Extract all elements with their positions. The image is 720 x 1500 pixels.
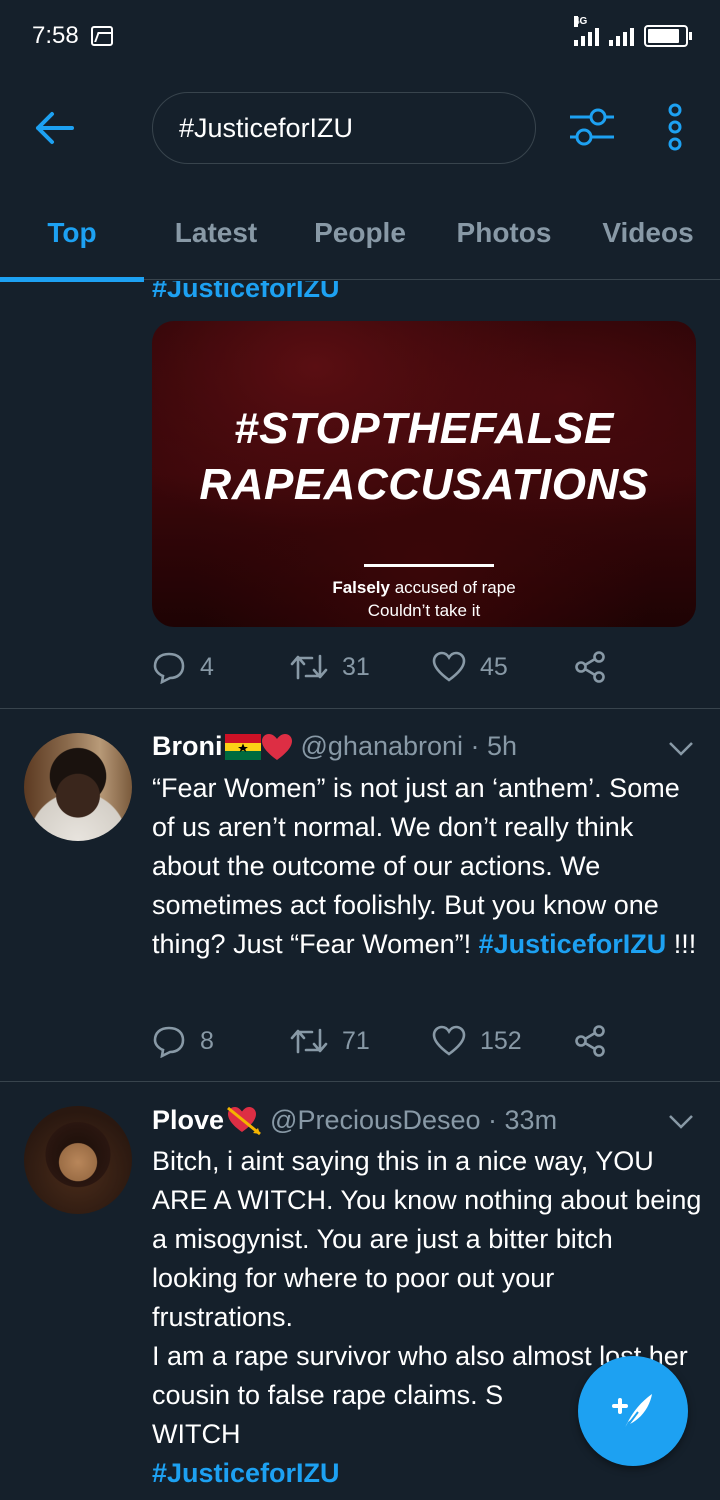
- share-button[interactable]: [574, 651, 606, 683]
- share-icon: [575, 1025, 605, 1057]
- heart-icon: [432, 651, 466, 682]
- more-vertical-icon: [668, 103, 682, 151]
- status-indicators: 4G: [574, 16, 692, 47]
- avatar[interactable]: [24, 1106, 132, 1214]
- retweet-icon: [290, 654, 328, 680]
- like-button[interactable]: 45: [432, 651, 574, 683]
- tab-photos[interactable]: Photos: [432, 186, 576, 280]
- heart-icon: [432, 1025, 466, 1056]
- hashtag-link[interactable]: #JusticeforIZU: [479, 929, 667, 959]
- retweet-button[interactable]: 31: [290, 652, 432, 682]
- handle-and-time: @PreciousDeseo · 33m: [270, 1104, 558, 1135]
- tweet[interactable]: #JusticeforIZU #STOPTHEFALSE RAPEACCUSAT…: [0, 281, 720, 709]
- tweet-text: “Fear Women” is not just an ‘anthem’. So…: [152, 773, 697, 959]
- media-caption: Falsely accused of rape: [332, 578, 516, 597]
- compose-tweet-button[interactable]: [578, 1356, 688, 1466]
- tweet-actions: 8 71 152: [152, 1021, 606, 1061]
- handle-and-time: @ghanabroni · 5h: [300, 731, 518, 761]
- like-button[interactable]: 152: [432, 1025, 574, 1057]
- tab-people[interactable]: People: [288, 186, 432, 280]
- retweet-icon: [290, 1028, 328, 1054]
- share-button[interactable]: [574, 1025, 606, 1057]
- network-type: 4G: [574, 16, 588, 27]
- compose-feather-icon: [612, 1394, 652, 1431]
- chevron-down-icon[interactable]: [668, 741, 694, 757]
- reply-button[interactable]: 4: [152, 650, 290, 684]
- display-name[interactable]: Plove: [152, 1105, 224, 1136]
- tab-videos[interactable]: Videos: [576, 186, 720, 280]
- avatar[interactable]: [24, 733, 132, 841]
- tab-top[interactable]: Top: [0, 186, 144, 282]
- reply-button[interactable]: 8: [152, 1024, 290, 1058]
- tweet-header: Broni @ghanabroni · 5h: [152, 731, 517, 762]
- tweet-header: Plove @PreciousDeseo · 33m: [152, 1104, 557, 1136]
- red-heart-icon: [261, 733, 292, 760]
- image-notification-icon: [90, 26, 113, 46]
- retweet-button[interactable]: 71: [290, 1026, 432, 1056]
- battery-icon: [644, 25, 692, 47]
- search-header: #JusticeforIZU: [0, 72, 720, 182]
- more-options-button[interactable]: [660, 102, 690, 152]
- media-divider: [364, 564, 494, 567]
- media-caption-line2: Couldn’t take it: [367, 601, 481, 620]
- tweet-media-image[interactable]: #STOPTHEFALSE RAPEACCUSATIONS Falsely ac…: [152, 321, 696, 627]
- tweet-feed: #JusticeforIZU #STOPTHEFALSE RAPEACCUSAT…: [0, 281, 720, 1500]
- chevron-down-icon[interactable]: [668, 1114, 694, 1130]
- tweet-actions: 4 31 45: [152, 647, 606, 687]
- signal-icon: [609, 26, 634, 46]
- tab-latest[interactable]: Latest: [144, 186, 288, 280]
- hashtag-link[interactable]: #JusticeforIZU: [152, 281, 340, 304]
- search-input[interactable]: #JusticeforIZU: [152, 92, 536, 164]
- arrow-left-icon: [36, 112, 74, 144]
- reply-icon: [153, 1026, 185, 1058]
- display-name[interactable]: Broni: [152, 731, 223, 762]
- heart-with-arrow-icon: [227, 1106, 261, 1136]
- status-time: 7:58: [32, 22, 79, 49]
- search-tabs: Top Latest People Photos Videos: [0, 186, 720, 282]
- status-bar: 7:58 4G: [0, 0, 720, 72]
- back-button[interactable]: [32, 108, 80, 148]
- ghana-flag-icon: [224, 733, 261, 760]
- sliders-icon: [570, 108, 614, 146]
- reply-icon: [153, 652, 185, 684]
- signal-4g-icon: 4G: [574, 16, 599, 46]
- tweet[interactable]: Broni @ghanabroni · 5h “Fear Women” is n…: [0, 709, 720, 1082]
- search-filter-button[interactable]: [566, 102, 618, 152]
- share-icon: [575, 651, 605, 683]
- media-headline: #STOPTHEFALSE RAPEACCUSATIONS: [199, 404, 649, 509]
